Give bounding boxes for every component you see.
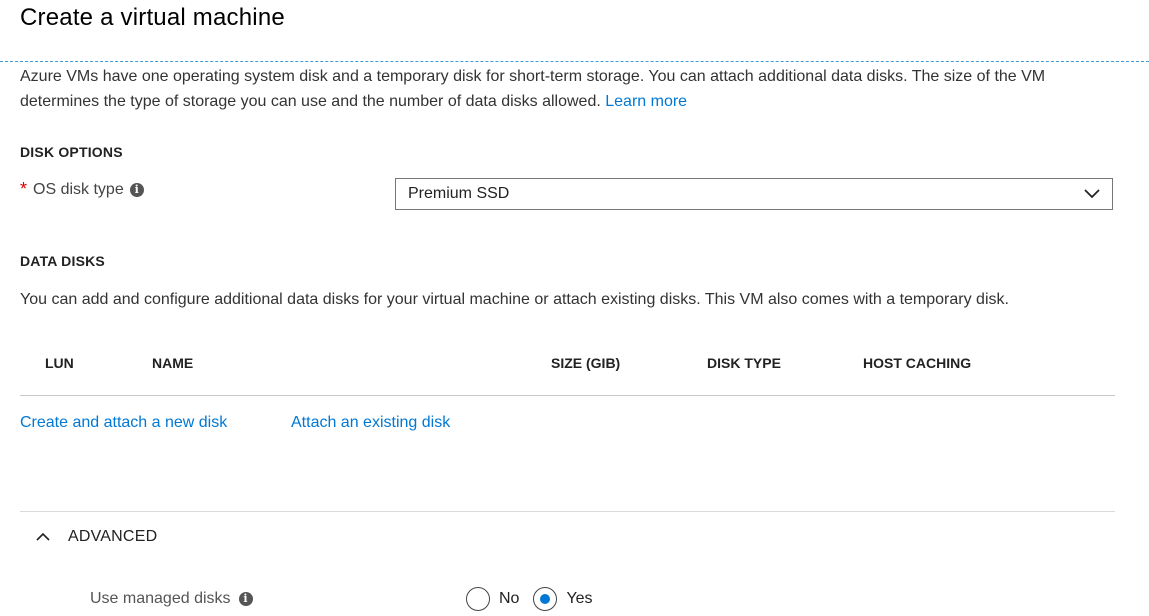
chevron-up-icon (36, 532, 50, 541)
advanced-heading: ADVANCED (68, 528, 158, 545)
radio-yes-label: Yes (566, 590, 593, 607)
data-disks-description: You can add and configure additional dat… (20, 291, 1009, 308)
info-icon[interactable]: i (238, 592, 253, 606)
radio-no[interactable] (466, 587, 490, 611)
use-managed-disks-text: Use managed disks (90, 590, 231, 607)
radio-no-label: No (499, 590, 520, 607)
use-managed-disks-label: Use managed disks i (90, 590, 253, 608)
chevron-down-icon (1084, 189, 1100, 199)
learn-more-link[interactable]: Learn more (605, 93, 687, 110)
data-disks-heading: DATA DISKS (20, 253, 105, 269)
table-divider (20, 395, 1115, 396)
header-divider (0, 61, 1149, 62)
os-disk-type-select[interactable]: Premium SSD (395, 178, 1113, 210)
required-asterisk: * (20, 179, 28, 199)
radio-option-yes[interactable]: Yes (533, 587, 593, 611)
disk-options-heading: DISK OPTIONS (20, 144, 123, 160)
managed-disks-radio-group: No Yes (466, 587, 607, 611)
os-disk-type-label: * OS disk type i (20, 179, 144, 200)
intro-text: Azure VMs have one operating system disk… (20, 64, 1120, 114)
create-attach-disk-link[interactable]: Create and attach a new disk (20, 414, 227, 432)
page-title: Create a virtual machine (20, 4, 285, 31)
column-header-name: NAME (152, 355, 194, 371)
os-disk-type-value: Premium SSD (408, 185, 510, 202)
radio-yes[interactable] (533, 587, 558, 611)
column-header-lun: LUN (45, 355, 74, 371)
column-header-size: SIZE (GIB) (551, 355, 621, 371)
os-disk-type-text: OS disk type (33, 180, 124, 198)
attach-existing-disk-link[interactable]: Attach an existing disk (291, 414, 450, 432)
radio-option-no[interactable]: No (466, 587, 519, 611)
column-header-host-caching: HOST CACHING (863, 355, 972, 371)
advanced-section-toggle[interactable]: ADVANCED (36, 528, 157, 546)
column-header-disk-type: DISK TYPE (707, 355, 781, 371)
intro-description: Azure VMs have one operating system disk… (20, 68, 1046, 110)
advanced-divider (20, 511, 1115, 512)
info-icon[interactable]: i (129, 182, 144, 197)
